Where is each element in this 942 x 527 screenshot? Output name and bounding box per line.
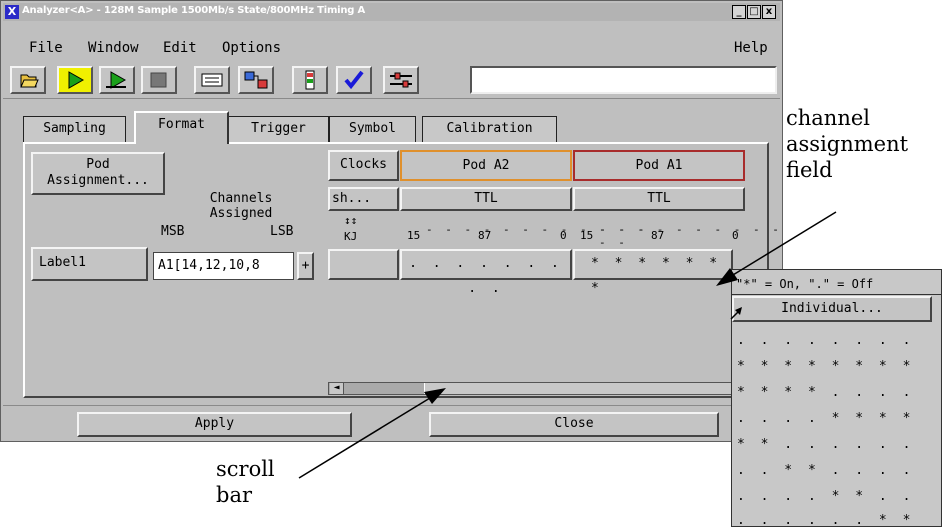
channel-field-arrow-line xyxy=(727,211,837,279)
scroll-bar-arrowhead-icon xyxy=(424,388,446,404)
tab-format[interactable]: Format xyxy=(134,111,229,144)
channel-field-arrowhead-icon xyxy=(716,268,738,286)
scroll-bar-arrow-line xyxy=(298,397,431,479)
annotation-arrows xyxy=(298,211,837,479)
popup-pointer-line xyxy=(730,311,739,320)
